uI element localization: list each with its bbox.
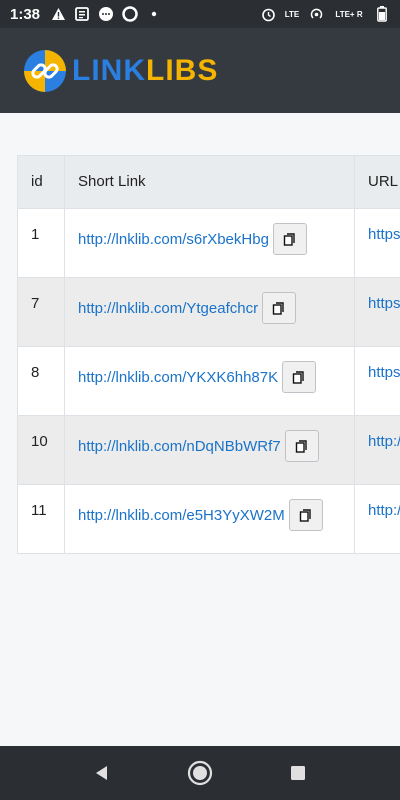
table-row: 1 http://lnklib.com/s6rXbekHbg https: [17, 208, 400, 278]
short-link[interactable]: http://lnklib.com/s6rXbekHbg [78, 231, 269, 248]
system-nav-bar [0, 746, 400, 800]
copy-icon [272, 302, 284, 315]
table-row: 8 http://lnklib.com/YKXK6hh87K https: [17, 346, 400, 416]
lte-label: LTE [284, 9, 300, 19]
dot-icon [146, 6, 162, 22]
short-link[interactable]: http://lnklib.com/nDqNBbWRf7 [78, 438, 281, 455]
row-id: 1 [17, 208, 65, 278]
url-cell[interactable]: https: [354, 346, 400, 416]
column-header-short-link: Short Link [64, 155, 355, 209]
url-cell[interactable]: https: [354, 277, 400, 347]
row-id: 7 [17, 277, 65, 347]
copy-icon [299, 509, 311, 522]
main-content: id Short Link URL 1 http://lnklib.com/s6… [0, 113, 400, 746]
url-cell[interactable]: http:/ [354, 484, 400, 554]
status-time: 1:38 [10, 5, 41, 23]
circle-icon [122, 6, 138, 22]
copy-button[interactable] [262, 292, 297, 324]
table-row: 11 http://lnklib.com/e5H3YyXW2M http:/ [17, 484, 400, 554]
links-table: id Short Link URL 1 http://lnklib.com/s6… [17, 155, 400, 554]
news-icon [74, 6, 90, 22]
short-link[interactable]: http://lnklib.com/Ytgeafchcr [78, 300, 258, 317]
row-id: 11 [17, 484, 65, 554]
alarm-icon [260, 6, 276, 22]
table-row: 10 http://lnklib.com/nDqNBbWRf7 http:/ [17, 415, 400, 485]
brand-link-text: LINK [72, 53, 146, 87]
copy-icon [292, 371, 304, 384]
row-id: 8 [17, 346, 65, 416]
copy-button[interactable] [288, 499, 323, 531]
url-cell[interactable]: https: [354, 208, 400, 278]
copy-button[interactable] [272, 223, 307, 255]
copy-icon [283, 233, 295, 246]
short-link[interactable]: http://lnklib.com/YKXK6hh87K [78, 369, 278, 386]
copy-button[interactable] [282, 361, 317, 393]
phone-lte-icon: LTE [284, 6, 300, 22]
short-link-cell: http://lnklib.com/YKXK6hh87K [64, 346, 355, 416]
back-icon[interactable] [87, 758, 117, 788]
brand-name[interactable]: LINKLIBS [72, 54, 218, 88]
copy-button[interactable] [284, 430, 319, 462]
recents-icon[interactable] [283, 758, 313, 788]
short-link-cell: http://lnklib.com/nDqNBbWRf7 [64, 415, 355, 485]
status-bar: 1:38 LTE LTE+ R [0, 0, 400, 28]
column-header-id: id [17, 155, 65, 209]
url-cell[interactable]: http:/ [354, 415, 400, 485]
table-header-row: id Short Link URL [17, 155, 400, 209]
table-row: 7 http://lnklib.com/Ytgeafchcr https: [17, 277, 400, 347]
signal-icon: LTE+ R [332, 6, 366, 22]
column-header-url: URL [354, 155, 400, 209]
short-link-cell: http://lnklib.com/Ytgeafchcr [64, 277, 355, 347]
short-link[interactable]: http://lnklib.com/e5H3YyXW2M [78, 507, 285, 524]
row-id: 10 [17, 415, 65, 485]
lte-r-label: LTE+ R [335, 9, 363, 19]
home-icon[interactable] [185, 758, 215, 788]
hotspot-icon [308, 6, 324, 22]
message-icon [98, 6, 114, 22]
link-logo-icon[interactable] [22, 48, 68, 94]
warning-icon [50, 6, 66, 22]
short-link-cell: http://lnklib.com/e5H3YyXW2M [64, 484, 355, 554]
battery-icon [374, 6, 390, 22]
app-header: LINKLIBS [0, 28, 400, 113]
brand-libs-text: LIBS [146, 53, 219, 87]
copy-icon [295, 440, 307, 453]
short-link-cell: http://lnklib.com/s6rXbekHbg [64, 208, 355, 278]
